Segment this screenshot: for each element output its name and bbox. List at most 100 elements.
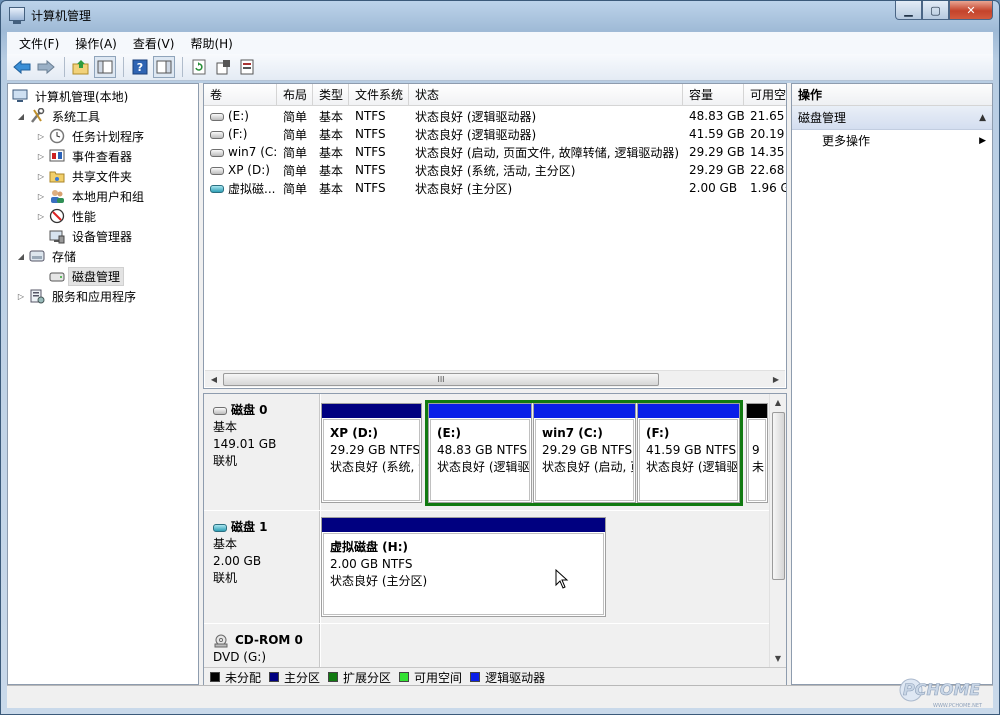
tree-item-performance[interactable]: ▷ 性能 [36, 206, 100, 226]
partition-name: 虚拟磁盘 (H:) [330, 540, 408, 554]
tree-item-services-apps[interactable]: ▷ 服务和应用程序 [16, 286, 140, 306]
vscroll-thumb[interactable] [772, 412, 785, 580]
legend-label: 扩展分区 [343, 670, 392, 685]
properties-button[interactable] [212, 56, 234, 78]
tree-item-storage[interactable]: ◢ 存储 [16, 246, 80, 266]
properties-icon [216, 60, 230, 75]
hscroll-thumb[interactable]: III [223, 373, 659, 386]
help-button[interactable]: ? [129, 56, 151, 78]
tree-item-task-scheduler[interactable]: ▷ 任务计划程序 [36, 126, 148, 146]
toolbar: ? [7, 54, 993, 81]
partition-status: 状态良好 (系统, 活动 [330, 460, 419, 474]
disk0-label[interactable]: 磁盘 0 基本 149.01 GB 联机 [204, 394, 320, 510]
drive-icon [210, 112, 224, 121]
volume-row[interactable]: (F:) 简单 基本 NTFS 状态良好 (逻辑驱动器) 41.59 GB 20… [204, 125, 786, 143]
show-action-pane-button[interactable] [153, 56, 175, 78]
menu-action[interactable]: 操作(A) [67, 35, 125, 52]
menu-file[interactable]: 文件(F) [11, 35, 67, 52]
submenu-arrow-icon: ▶ [979, 136, 986, 146]
volume-row[interactable]: win7 (C:) 简单 基本 NTFS 状态良好 (启动, 页面文件, 故障转… [204, 143, 786, 161]
forward-button[interactable] [35, 56, 57, 78]
shared-folder-icon [49, 168, 65, 184]
volume-layout: 简单 [283, 127, 308, 142]
partition-xp-d[interactable]: XP (D:) 29.29 GB NTFS 状态良好 (系统, 活动 [321, 403, 422, 503]
volume-status: 状态良好 (逻辑驱动器) [415, 127, 537, 142]
legend-swatch [470, 672, 481, 682]
drive-icon [210, 130, 224, 139]
expand-arrow-icon[interactable]: ▷ [36, 152, 46, 161]
volume-layout: 简单 [283, 145, 308, 160]
expand-arrow-icon[interactable]: ▷ [36, 132, 46, 141]
disk-view-vscrollbar[interactable]: ▲ ▼ [769, 394, 786, 667]
collapse-arrow-icon[interactable]: ◢ [16, 112, 26, 121]
more-actions-item[interactable]: 更多操作 ▶ [792, 130, 992, 152]
partition-name: win7 (C:) [542, 426, 603, 440]
legend-swatch [328, 672, 339, 682]
users-icon [49, 188, 65, 204]
actions-section-disk-management[interactable]: 磁盘管理 ▲ [792, 106, 992, 130]
up-button[interactable] [70, 56, 92, 78]
partition-unallocated[interactable]: 9 未 [746, 403, 768, 503]
scroll-up-icon[interactable]: ▲ [771, 396, 785, 409]
cdrom-icon [214, 634, 228, 647]
partition-name: 9 [752, 443, 760, 457]
close-button[interactable]: ✕ [949, 1, 993, 20]
column-free-space[interactable]: 可用空 [744, 84, 786, 105]
partition-bar [638, 404, 739, 418]
cdrom-label[interactable]: CD-ROM 0 DVD (G:) [204, 624, 320, 669]
tree-item-event-viewer[interactable]: ▷ 事件查看器 [36, 146, 136, 166]
services-icon [29, 288, 45, 304]
menu-view[interactable]: 查看(V) [125, 35, 183, 52]
expand-arrow-icon[interactable]: ▷ [36, 212, 46, 221]
volume-status: 状态良好 (主分区) [415, 181, 513, 196]
partition-size: 未 [752, 460, 765, 474]
scroll-right-icon[interactable]: ▶ [769, 373, 783, 386]
volume-row[interactable]: 虚拟磁... 简单 基本 NTFS 状态良好 (主分区) 2.00 GB 1.9… [204, 179, 786, 197]
legend-primary: 主分区 [269, 669, 320, 686]
show-hide-tree-button[interactable] [94, 56, 116, 78]
expand-arrow-icon[interactable]: ▷ [36, 172, 46, 181]
tree-item-system-tools[interactable]: ◢ 系统工具 [16, 106, 104, 126]
toolbar-separator [182, 57, 183, 77]
menu-help[interactable]: 帮助(H) [182, 35, 240, 52]
volume-capacity: 48.83 GB [689, 109, 744, 123]
collapse-arrow-icon[interactable]: ◢ [16, 252, 26, 261]
tree-item-local-users[interactable]: ▷ 本地用户和组 [36, 186, 148, 206]
partition-virtual-h[interactable]: 虚拟磁盘 (H:) 2.00 GB NTFS 状态良好 (主分区) [321, 517, 606, 617]
scroll-left-icon[interactable]: ◀ [207, 373, 221, 386]
maximize-button[interactable]: ▢ [922, 1, 949, 20]
partition-bar [322, 404, 421, 418]
export-list-button[interactable] [236, 56, 258, 78]
partition-win7-c[interactable]: win7 (C:) 29.29 GB NTFS 状态良好 (启动, 页面 [533, 403, 636, 503]
volume-row[interactable]: (E:) 简单 基本 NTFS 状态良好 (逻辑驱动器) 48.83 GB 21… [204, 107, 786, 125]
tree-item-shared-folders[interactable]: ▷ 共享文件夹 [36, 166, 136, 186]
expand-arrow-icon[interactable]: ▷ [36, 192, 46, 201]
legend-swatch [210, 672, 220, 682]
column-capacity[interactable]: 容量 [683, 84, 744, 105]
partition-e[interactable]: (E:) 48.83 GB NTFS 状态良好 (逻辑驱动器) [428, 403, 532, 503]
tree-item-device-manager[interactable]: 设备管理器 [49, 226, 136, 246]
back-button[interactable] [11, 56, 33, 78]
tree-item-disk-management[interactable]: 磁盘管理 [49, 266, 125, 286]
partition-bar [429, 404, 531, 418]
collapse-up-icon[interactable]: ▲ [979, 106, 986, 130]
column-status[interactable]: 状态 [409, 84, 683, 105]
performance-icon [49, 208, 65, 224]
minimize-button[interactable]: ▁ [895, 1, 922, 20]
volume-free-space: 20.19 [750, 127, 785, 141]
volume-list-hscrollbar[interactable]: ◀ III ▶ [205, 370, 785, 387]
column-filesystem[interactable]: 文件系统 [349, 84, 409, 105]
volume-filesystem: NTFS [355, 163, 386, 177]
scroll-down-icon[interactable]: ▼ [771, 652, 785, 665]
refresh-button[interactable] [188, 56, 210, 78]
computer-management-icon [9, 7, 25, 24]
disk1-label[interactable]: 磁盘 1 基本 2.00 GB 联机 [204, 511, 320, 623]
expand-arrow-icon[interactable]: ▷ [16, 292, 26, 301]
tree-label-device-manager: 设备管理器 [72, 229, 133, 244]
column-volume[interactable]: 卷 [204, 84, 277, 105]
column-type[interactable]: 类型 [313, 84, 349, 105]
partition-f[interactable]: (F:) 41.59 GB NTFS 状态良好 (逻辑驱动器) [637, 403, 740, 503]
column-layout[interactable]: 布局 [277, 84, 313, 105]
tree-item-root[interactable]: 计算机管理(本地) [12, 86, 132, 106]
volume-row[interactable]: XP (D:) 简单 基本 NTFS 状态良好 (系统, 活动, 主分区) 29… [204, 161, 786, 179]
